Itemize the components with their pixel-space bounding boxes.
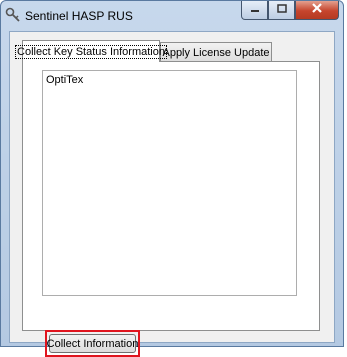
status-text-box[interactable]: OptiTex — [42, 70, 297, 296]
tab-apply-license-update[interactable]: Apply License Update — [160, 42, 272, 62]
close-button[interactable] — [295, 1, 339, 20]
minimize-icon — [250, 1, 260, 19]
caption-buttons — [241, 1, 339, 21]
minimize-button[interactable] — [241, 1, 268, 20]
window-title: Sentinel HASP RUS — [25, 9, 133, 23]
maximize-button[interactable] — [268, 1, 295, 20]
title-bar[interactable]: Sentinel HASP RUS — [1, 1, 343, 31]
window-client-area: Collect Key Status Information Apply Lic… — [9, 31, 335, 357]
tab-collect-key-status[interactable]: Collect Key Status Information — [15, 40, 167, 62]
maximize-icon — [276, 1, 287, 19]
close-icon — [311, 1, 323, 19]
tab-panel: OptiTex Collect Information — [22, 61, 320, 357]
highlight-box: Collect Information — [45, 330, 140, 357]
app-key-icon — [5, 7, 21, 23]
tab-apply-license-update-label: Apply License Update — [162, 46, 270, 59]
status-text: OptiTex — [46, 74, 84, 86]
tab-collect-key-status-label: Collect Key Status Information — [15, 44, 167, 59]
collect-information-button[interactable]: Collect Information — [47, 334, 138, 353]
app-window: Sentinel HASP RUS Collect Key Status Inf… — [0, 0, 344, 357]
